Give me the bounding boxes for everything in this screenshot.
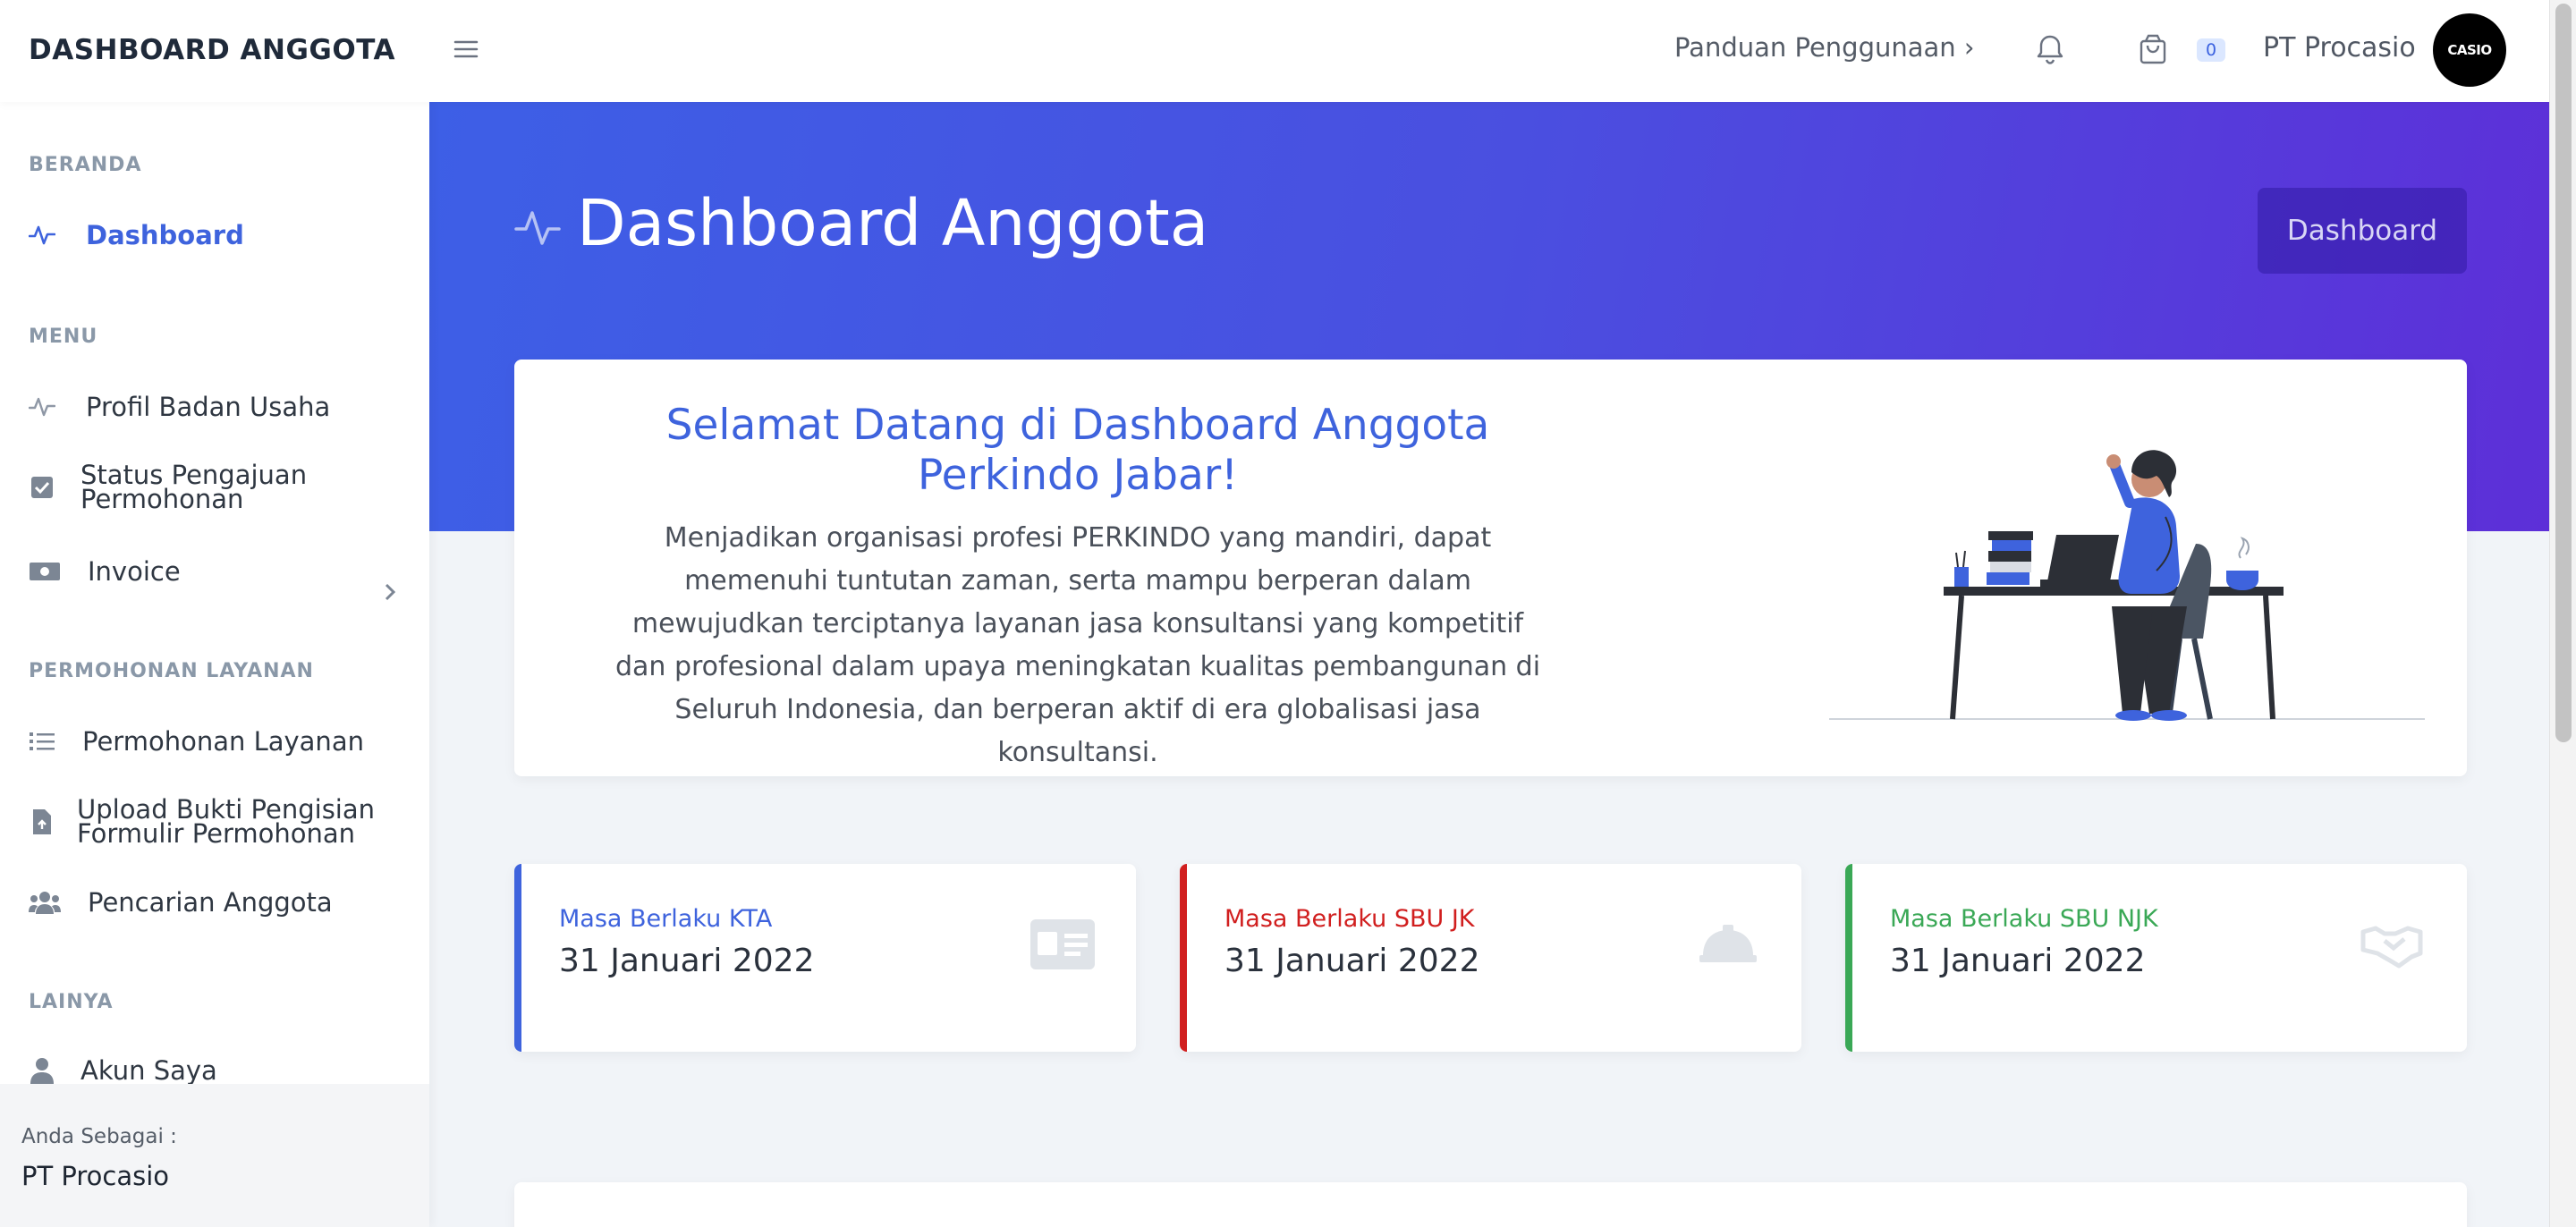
stat-card-sbu-jk: Masa Berlaku SBU JK 31 Januari 2022: [1180, 864, 1801, 1052]
stat-card-sbu-njk: Masa Berlaku SBU NJK 31 Januari 2022: [1845, 864, 2467, 1052]
money-bill-icon: [29, 558, 61, 585]
role-label: Anda Sebagai :: [21, 1125, 177, 1148]
sidebar-item-label: Profil Badan Usaha: [86, 392, 331, 422]
avatar[interactable]: CASIO: [2433, 13, 2506, 87]
user-guide-link[interactable]: Panduan Penggunaan ›: [1674, 32, 1975, 63]
sidebar-item-pencarian-anggota[interactable]: Pencarian Anggota: [29, 889, 333, 916]
section-beranda: BERANDA: [29, 154, 142, 176]
check-square-icon: [29, 474, 55, 501]
sidebar-item-akun-saya[interactable]: Akun Saya: [29, 1057, 217, 1084]
page-title: Dashboard Anggota: [577, 186, 1209, 260]
sidebar-item-label: Invoice: [88, 556, 181, 587]
avatar-logo-text: CASIO: [2447, 42, 2492, 58]
accent-bar: [1180, 864, 1187, 1052]
user-guide-label: Panduan Penggunaan: [1674, 32, 1956, 63]
welcome-text: Menjadikan organisasi profesi PERKINDO y…: [614, 522, 1541, 768]
welcome-card: Selamat Datang di Dashboard Anggota Perk…: [514, 360, 2467, 776]
sidebar: BERANDA Dashboard MENU Profil Badan Usah…: [0, 102, 429, 1227]
scrollbar-thumb[interactable]: [2555, 4, 2572, 742]
sidebar-item-status-pengajuan[interactable]: Status Pengajuan Permohonan: [29, 462, 307, 514]
section-permohonan-layanan: PERMOHONAN LAYANAN: [29, 660, 314, 682]
content-card: [514, 1182, 2467, 1227]
sidebar-item-label-line2: Formulir Permohonan: [77, 818, 356, 849]
work-desk-illustration: [1829, 410, 2428, 742]
sidebar-item-label: Pencarian Anggota: [88, 887, 333, 918]
user-icon: [29, 1057, 55, 1084]
section-lainya: LAINYA: [29, 991, 114, 1013]
brand-title[interactable]: DASHBOARD ANGGOTA: [29, 34, 395, 66]
list-icon: [29, 728, 55, 755]
stat-card-kta: Masa Berlaku KTA 31 Januari 2022: [514, 864, 1136, 1052]
user-name[interactable]: PT Procasio: [2263, 32, 2416, 63]
accent-bar: [1845, 864, 1852, 1052]
pulse-icon: [514, 204, 561, 250]
sidebar-item-profil[interactable]: Profil Badan Usaha: [29, 393, 330, 420]
stat-value: 31 Januari 2022: [559, 943, 815, 979]
sidebar-user-footer: Anda Sebagai : PT Procasio: [0, 1084, 429, 1227]
stat-value: 31 Januari 2022: [1890, 943, 2146, 979]
stat-label: Masa Berlaku KTA: [559, 905, 773, 933]
dashboard-button[interactable]: Dashboard: [2258, 188, 2467, 274]
handshake-icon: [2360, 916, 2428, 973]
top-bar: DASHBOARD ANGGOTA Panduan Penggunaan › 0…: [0, 0, 2549, 102]
hard-hat-icon: [1694, 916, 1762, 973]
hamburger-menu-icon[interactable]: [453, 36, 479, 63]
bell-icon[interactable]: [2034, 32, 2066, 66]
sidebar-item-label: Akun Saya: [80, 1055, 217, 1086]
stat-label: Masa Berlaku SBU JK: [1224, 905, 1475, 933]
file-upload-icon: [29, 808, 55, 835]
section-menu: MENU: [29, 326, 98, 348]
shopping-bag-icon[interactable]: [2136, 32, 2170, 66]
accent-bar: [514, 864, 521, 1052]
chevron-right-icon: ›: [1963, 32, 1975, 63]
page-scrollbar[interactable]: [2549, 0, 2576, 1227]
sidebar-item-dashboard[interactable]: Dashboard: [29, 222, 244, 249]
sidebar-item-label: Permohonan Layanan: [82, 726, 364, 757]
users-icon: [29, 889, 61, 916]
sidebar-item-label: Dashboard: [86, 220, 244, 250]
cart-count-badge: 0: [2197, 38, 2225, 62]
pulse-icon: [29, 393, 55, 420]
sidebar-item-upload-bukti[interactable]: Upload Bukti Pengisian Formulir Permohon…: [29, 797, 375, 849]
sidebar-item-invoice[interactable]: Invoice: [29, 558, 181, 585]
id-card-icon: [1029, 916, 1097, 973]
welcome-title: Selamat Datang di Dashboard Anggota Perk…: [665, 401, 1490, 500]
stat-label: Masa Berlaku SBU NJK: [1890, 905, 2158, 933]
stat-value: 31 Januari 2022: [1224, 943, 1480, 979]
pulse-icon: [29, 222, 55, 249]
sidebar-item-label-line2: Permohonan: [80, 484, 244, 514]
role-value: PT Procasio: [21, 1161, 170, 1191]
sidebar-item-permohonan-layanan[interactable]: Permohonan Layanan: [29, 728, 364, 755]
chevron-right-icon[interactable]: [381, 581, 399, 603]
